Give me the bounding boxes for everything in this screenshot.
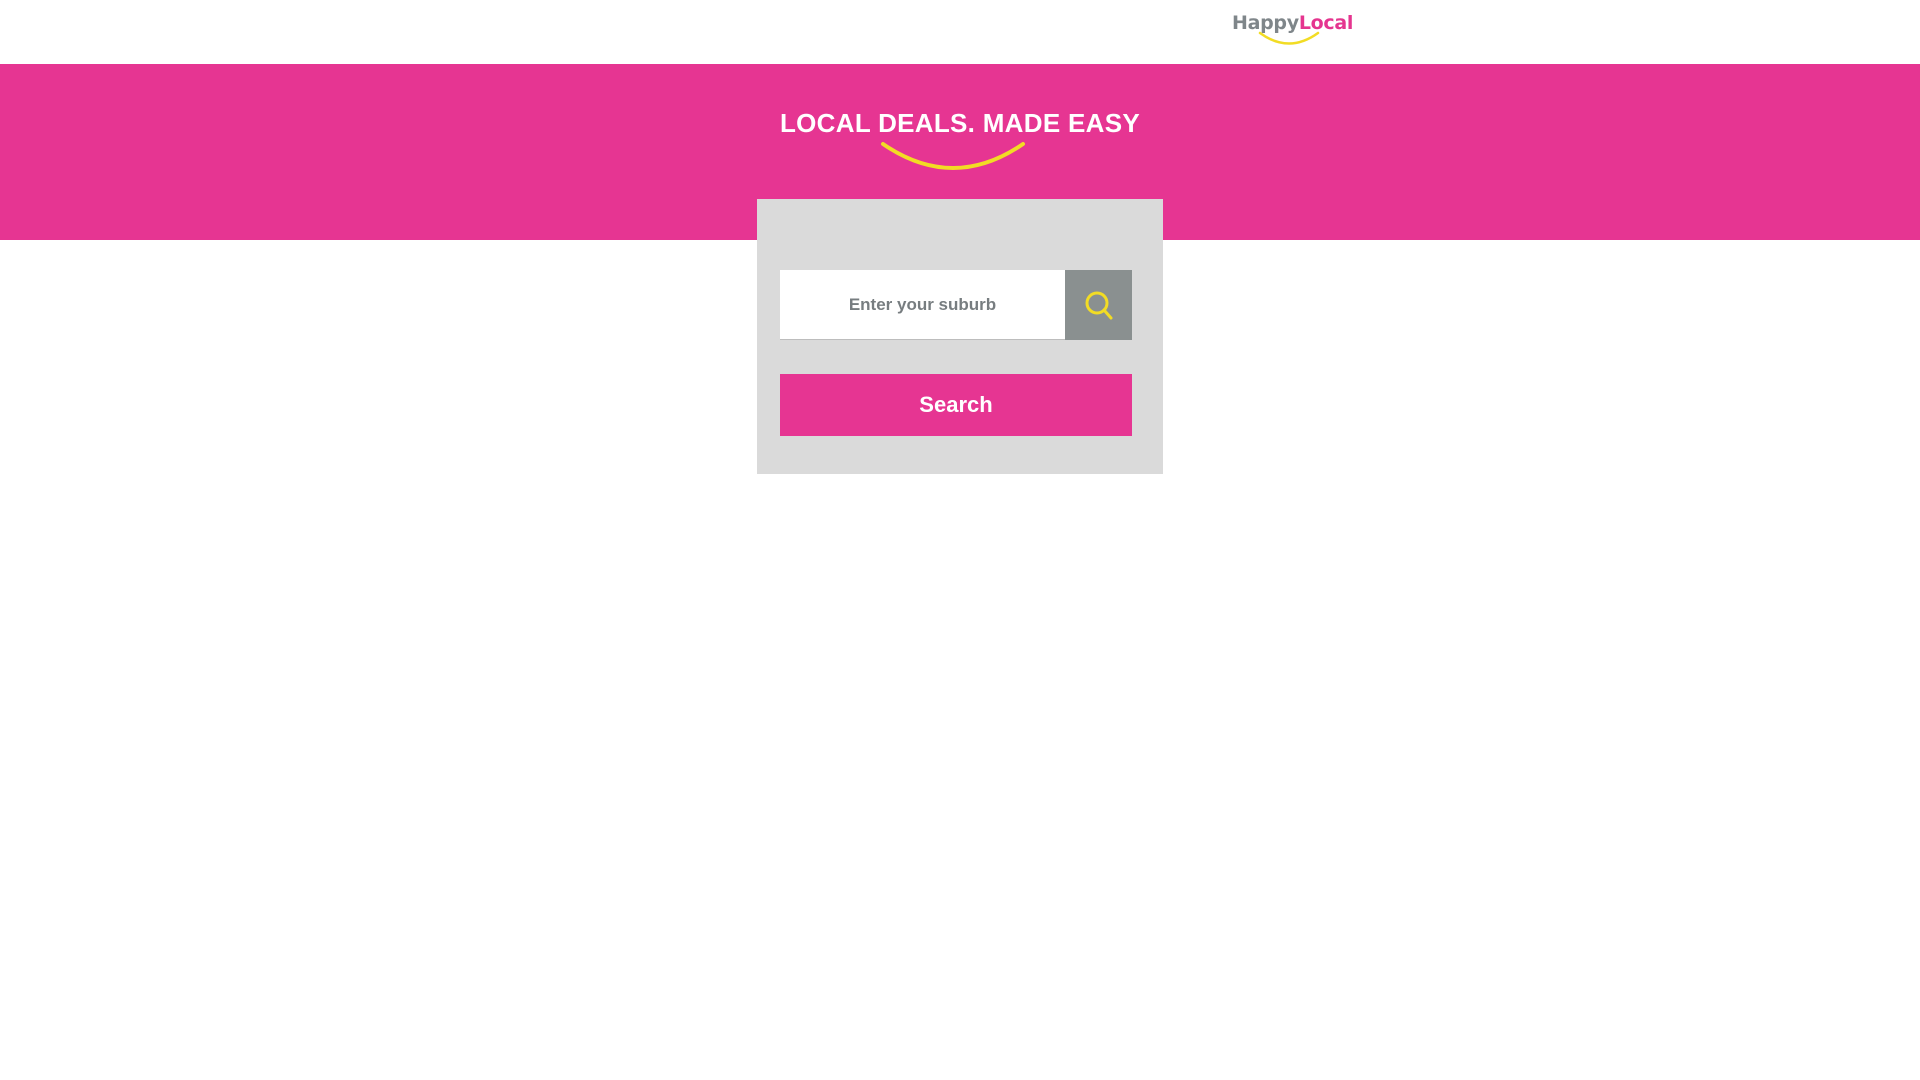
smile-icon xyxy=(1258,31,1320,45)
top-bar: HappyLocal xyxy=(0,0,1920,64)
search-icon-button[interactable] xyxy=(1065,270,1132,340)
hero-tagline: LOCAL DEALS. MADE EASY xyxy=(779,108,1141,138)
happylocal-logo[interactable]: HappyLocal xyxy=(1232,12,1353,54)
suburb-input[interactable] xyxy=(780,270,1065,340)
search-card: Search xyxy=(757,199,1163,474)
search-icon xyxy=(1085,291,1112,320)
search-button[interactable]: Search xyxy=(780,374,1132,436)
smile-icon xyxy=(881,142,1025,170)
